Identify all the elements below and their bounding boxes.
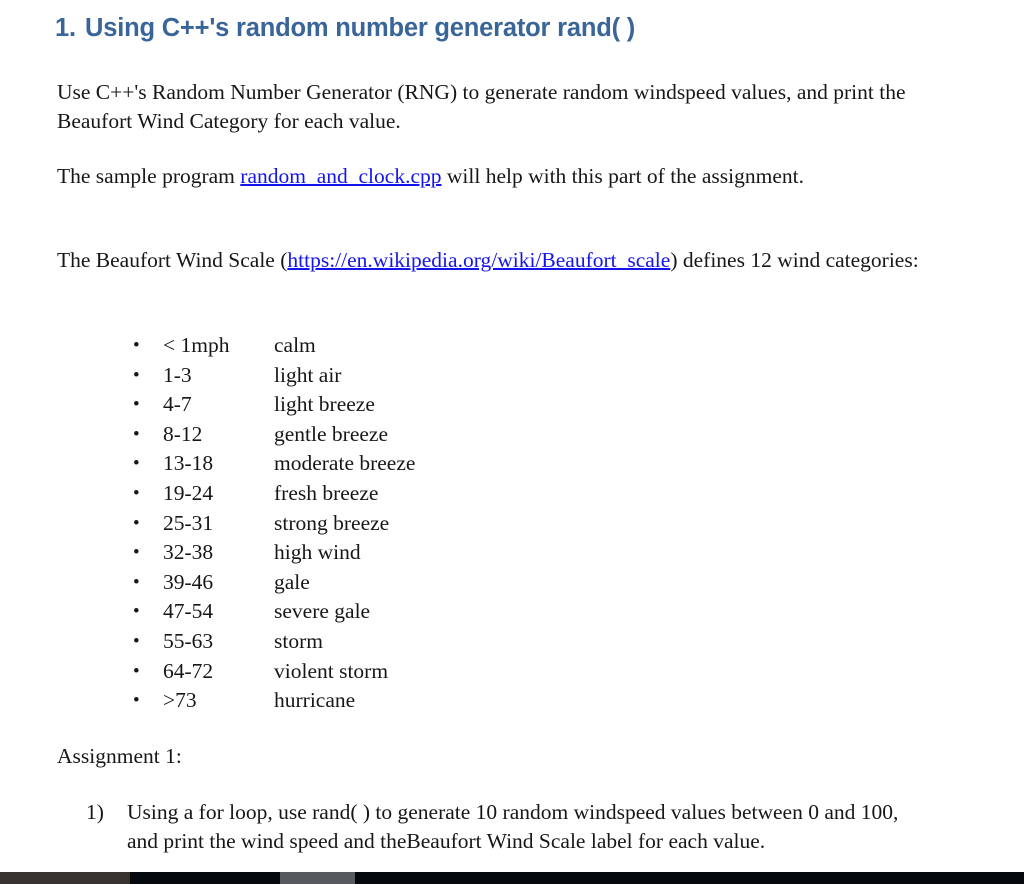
category-label: calm	[274, 333, 316, 357]
assignment-item-text: Using a for loop, use rand( ) to generat…	[127, 800, 899, 853]
category-range: 4-7	[163, 392, 192, 417]
list-item: • 1-3 light air	[0, 361, 1024, 391]
list-item: • 39-46 gale	[0, 568, 1024, 598]
heading-number: 1.	[55, 14, 76, 42]
category-range: 8-12	[163, 421, 203, 446]
list-item: • 13-18 moderate breeze	[0, 449, 1024, 479]
beaufort-scale-paragraph: The Beaufort Wind Scale (https://en.wiki…	[57, 246, 957, 275]
category-range: 64-72	[163, 658, 214, 683]
category-range: < 1mph	[163, 333, 230, 357]
list-item: • 32-38 high wind	[0, 538, 1024, 568]
category-label: high wind	[274, 540, 361, 565]
bullet-icon: •	[133, 512, 140, 534]
taskbar-segment-2[interactable]	[130, 872, 280, 884]
bullet-icon: •	[133, 394, 140, 416]
intro-paragraph: Use C++'s Random Number Generator (RNG) …	[57, 80, 906, 133]
category-label: hurricane	[274, 688, 356, 713]
category-range: 55-63	[163, 628, 214, 653]
bullet-icon: •	[133, 690, 140, 712]
category-range: 32-38	[163, 540, 214, 565]
document-page: 1. Using C++'s random number generator ra…	[0, 0, 1024, 872]
list-item: • 19-24 fresh breeze	[0, 479, 1024, 509]
category-range: 19-24	[163, 480, 214, 505]
list-item: • 25-31 strong breeze	[0, 509, 1024, 539]
category-range: >73	[163, 688, 197, 713]
category-range: 1-3	[163, 362, 192, 387]
scale-text-before: The Beaufort Wind Scale (	[57, 248, 288, 272]
category-label: fresh breeze	[274, 480, 379, 505]
bullet-icon: •	[133, 601, 140, 623]
category-label: strong breeze	[274, 510, 390, 535]
taskbar[interactable]	[0, 872, 1024, 884]
category-label: gentle breeze	[274, 421, 388, 446]
category-range: 25-31	[163, 510, 214, 535]
bullet-icon: •	[133, 423, 140, 445]
list-item: • < 1mph calm	[0, 331, 1024, 361]
bullet-icon: •	[133, 660, 140, 682]
link-wikipedia-beaufort-scale[interactable]: https://en.wikipedia.org/wiki/Beaufort_s…	[287, 248, 670, 272]
category-label: gale	[274, 569, 310, 594]
bullet-icon: •	[133, 364, 140, 386]
list-marker: 1)	[86, 800, 104, 824]
category-label: storm	[274, 628, 323, 653]
sample-text-before: The sample program	[57, 164, 241, 188]
list-item: • 55-63 storm	[0, 627, 1024, 657]
category-range: 39-46	[163, 569, 214, 594]
scale-text-after: ) defines 12 wind categories:	[670, 248, 919, 272]
category-label: light air	[274, 362, 342, 387]
bullet-icon: •	[133, 571, 140, 593]
category-range: 13-18	[163, 451, 214, 476]
list-item: • 4-7 light breeze	[0, 390, 1024, 420]
taskbar-segment-1[interactable]	[0, 872, 130, 884]
assignment-heading: Assignment 1:	[57, 744, 182, 768]
category-label: violent storm	[274, 658, 389, 683]
wind-category-list: • < 1mph calm • 1-3 light air • 4-7 ligh…	[0, 331, 1024, 716]
category-label: light breeze	[274, 392, 375, 417]
bullet-icon: •	[133, 542, 140, 564]
list-item: • 64-72 violent storm	[0, 657, 1024, 687]
taskbar-segment-3[interactable]	[280, 872, 355, 884]
taskbar-segment-4[interactable]	[355, 872, 1024, 884]
sample-program-paragraph: The sample program random_and_clock.cpp …	[57, 162, 847, 191]
page-title: 1. Using C++'s random number generator ra…	[55, 14, 955, 43]
heading-text: Using C++'s random number generator rand…	[85, 14, 636, 42]
list-item: • >73 hurricane	[0, 686, 1024, 716]
list-item: • 8-12 gentle breeze	[0, 420, 1024, 450]
bullet-icon: •	[133, 482, 140, 504]
sample-text-after: will help with this part of the assignme…	[441, 164, 804, 188]
link-random-and-clock-cpp[interactable]: random_and_clock.cpp	[240, 164, 441, 188]
category-range: 47-54	[163, 599, 214, 624]
bullet-icon: •	[133, 630, 140, 652]
list-item: • 47-54 severe gale	[0, 597, 1024, 627]
bullet-icon: •	[133, 453, 140, 475]
bullet-icon: •	[133, 335, 140, 356]
category-label: severe gale	[274, 599, 371, 624]
category-label: moderate breeze	[274, 451, 416, 476]
